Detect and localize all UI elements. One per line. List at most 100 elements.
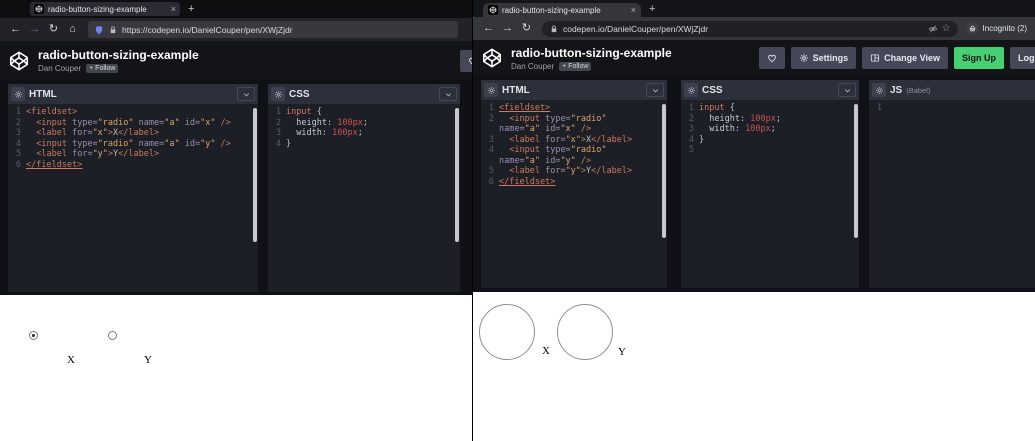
radio-y[interactable] — [557, 304, 613, 360]
tab-close-icon[interactable]: × — [171, 4, 176, 14]
code-line[interactable]: 6 </fieldset> — [8, 160, 258, 171]
code-line[interactable]: 5 <label for="y">Y</label> — [481, 166, 667, 177]
html-settings-gear-button[interactable] — [484, 83, 498, 97]
radio-label-x[interactable]: X — [67, 354, 75, 366]
code-line[interactable]: 6 </fieldset> — [481, 177, 667, 188]
browser-tab[interactable]: radio-button-sizing-example × — [30, 2, 180, 16]
incognito-label: Incognito (2) — [982, 24, 1027, 33]
pen-author[interactable]: Dan Couper — [38, 64, 81, 73]
css-panel-collapse-button[interactable] — [439, 87, 457, 101]
pen-author[interactable]: Dan Couper — [511, 62, 554, 71]
code-line[interactable]: 3 <label for="x">X</label> — [481, 135, 667, 146]
html-panel-collapse-button[interactable] — [237, 87, 255, 101]
forward-button[interactable]: → — [498, 23, 517, 34]
codepen-logo[interactable] — [8, 50, 30, 72]
code-line[interactable]: 4 <input type="radio" name="a" id="y" /> — [8, 139, 258, 150]
log-in-button[interactable]: Log In — [1010, 47, 1035, 69]
tab-close-icon[interactable]: × — [631, 5, 636, 15]
gear-icon — [14, 90, 23, 99]
js-settings-gear-button[interactable] — [872, 83, 886, 97]
lock-icon[interactable] — [549, 24, 559, 34]
css-settings-gear-button[interactable] — [684, 83, 698, 97]
code-line[interactable]: 4 <input type="radio" — [481, 145, 667, 156]
code-line[interactable]: 3 <label for="x">X</label> — [8, 128, 258, 139]
code-line[interactable]: 1 — [869, 103, 1035, 114]
html-panel-header: HTML — [481, 80, 667, 100]
forward-button[interactable]: → — [25, 24, 44, 35]
css-panel-label: CSS — [702, 84, 723, 96]
url-bar[interactable]: codepen.io/DanielCouper/pen/XWjZjdr ☆ — [542, 20, 958, 37]
lock-icon[interactable] — [108, 25, 118, 35]
reload-button[interactable]: ↻ — [517, 23, 536, 34]
codepen-header: radio-button-sizing-example Dan Couper +… — [0, 41, 472, 80]
code-line[interactable]: 1 input { — [681, 103, 859, 114]
css-code-editor[interactable]: 1 input {2 height: 100px; 3 width: 100px; 4… — [681, 100, 859, 288]
settings-button[interactable]: Settings — [790, 47, 857, 69]
js-panel: JS (Babel) 1 — [869, 80, 1035, 288]
eye-off-icon[interactable] — [928, 24, 938, 34]
code-line[interactable]: 3 width: 100px; — [681, 124, 859, 135]
editor-scrollbar[interactable] — [253, 108, 257, 242]
code-line[interactable]: 2 <input type="radio" name="a" id="x" /> — [8, 118, 258, 129]
like-heart-button[interactable] — [758, 47, 785, 69]
radio-label-y[interactable]: Y — [144, 354, 152, 366]
incognito-badge[interactable]: Incognito (2) — [965, 22, 1027, 35]
html-settings-gear-button[interactable] — [11, 87, 25, 101]
like-heart-button[interactable] — [460, 49, 472, 72]
code-line[interactable]: 2 <input type="radio" — [481, 114, 667, 125]
heart-icon — [766, 52, 778, 64]
css-panel-collapse-button[interactable] — [838, 83, 856, 97]
change-view-button[interactable]: Change View — [862, 47, 948, 69]
line-number: 5 — [488, 166, 494, 176]
tab-bar: radio-button-sizing-example × + — [473, 0, 1035, 17]
radio-label-x[interactable]: X — [542, 345, 550, 357]
new-tab-button[interactable]: + — [649, 4, 655, 15]
editor-scrollbar[interactable] — [455, 108, 459, 242]
radio-label-y[interactable]: Y — [618, 346, 626, 358]
code-line[interactable]: 4} — [681, 135, 859, 146]
code-line[interactable]: 5 — [681, 145, 859, 156]
sign-up-button[interactable]: Sign Up — [954, 47, 1004, 69]
html-code-editor[interactable]: 1 <fieldset> 2 <input type="radio" name="a… — [8, 104, 258, 292]
reload-button[interactable]: ↻ — [44, 24, 63, 35]
css-code-editor[interactable]: 1 input {2 height: 100px; 3 width: 100px; 4… — [268, 104, 460, 292]
follow-button[interactable]: + Follow — [559, 61, 592, 71]
follow-button[interactable]: + Follow — [86, 64, 119, 73]
line-number: 3 — [688, 124, 694, 134]
code-line[interactable]: 2 height: 100px; — [681, 114, 859, 125]
radio-y[interactable] — [108, 331, 117, 340]
pen-title: radio-button-sizing-example — [38, 48, 199, 62]
radio-x[interactable] — [479, 304, 535, 360]
code-line[interactable]: 1 <fieldset> — [8, 107, 258, 118]
js-code-editor[interactable]: 1 — [869, 100, 1035, 288]
line-number: 1 — [488, 103, 494, 113]
line-number: 1 — [688, 103, 694, 113]
url-bar[interactable]: https://codepen.io/DanielCouper/pen/XWjZ… — [88, 21, 458, 38]
codepen-logo[interactable] — [481, 47, 503, 69]
bookmark-star-icon[interactable]: ☆ — [942, 23, 951, 34]
url-text: codepen.io/DanielCouper/pen/XWjZjdr — [563, 23, 709, 34]
code-line[interactable]: 1 input { — [268, 107, 460, 118]
radio-x[interactable] — [29, 331, 38, 340]
tracking-shield-icon[interactable] — [94, 25, 104, 35]
back-button[interactable]: ← — [6, 24, 25, 35]
css-settings-gear-button[interactable] — [271, 87, 285, 101]
editor-scrollbar[interactable] — [854, 104, 858, 238]
tab-bar: radio-button-sizing-example × + — [0, 0, 472, 18]
line-number: 3 — [275, 128, 281, 138]
html-panel-collapse-button[interactable] — [646, 83, 664, 97]
new-tab-button[interactable]: + — [188, 3, 194, 15]
browser-tab[interactable]: radio-button-sizing-example × — [483, 3, 641, 17]
gear-icon — [487, 86, 496, 95]
home-button[interactable]: ⌂ — [63, 24, 82, 35]
code-line[interactable]: 2 height: 100px; — [268, 118, 460, 129]
back-button[interactable]: ← — [479, 23, 498, 34]
html-code-editor[interactable]: 1 <fieldset> 2 <input type="radio" name="a"… — [481, 100, 667, 288]
code-line[interactable]: 1 <fieldset> — [481, 103, 667, 114]
code-line[interactable]: 3 width: 100px; — [268, 128, 460, 139]
code-line[interactable]: name="a" id="x" /> — [481, 124, 667, 135]
code-line[interactable]: 5 <label for="y">Y</label> — [8, 149, 258, 160]
editor-scrollbar[interactable] — [662, 104, 666, 238]
code-line[interactable]: name="a" id="y" /> — [481, 156, 667, 167]
code-line[interactable]: 4} — [268, 139, 460, 150]
